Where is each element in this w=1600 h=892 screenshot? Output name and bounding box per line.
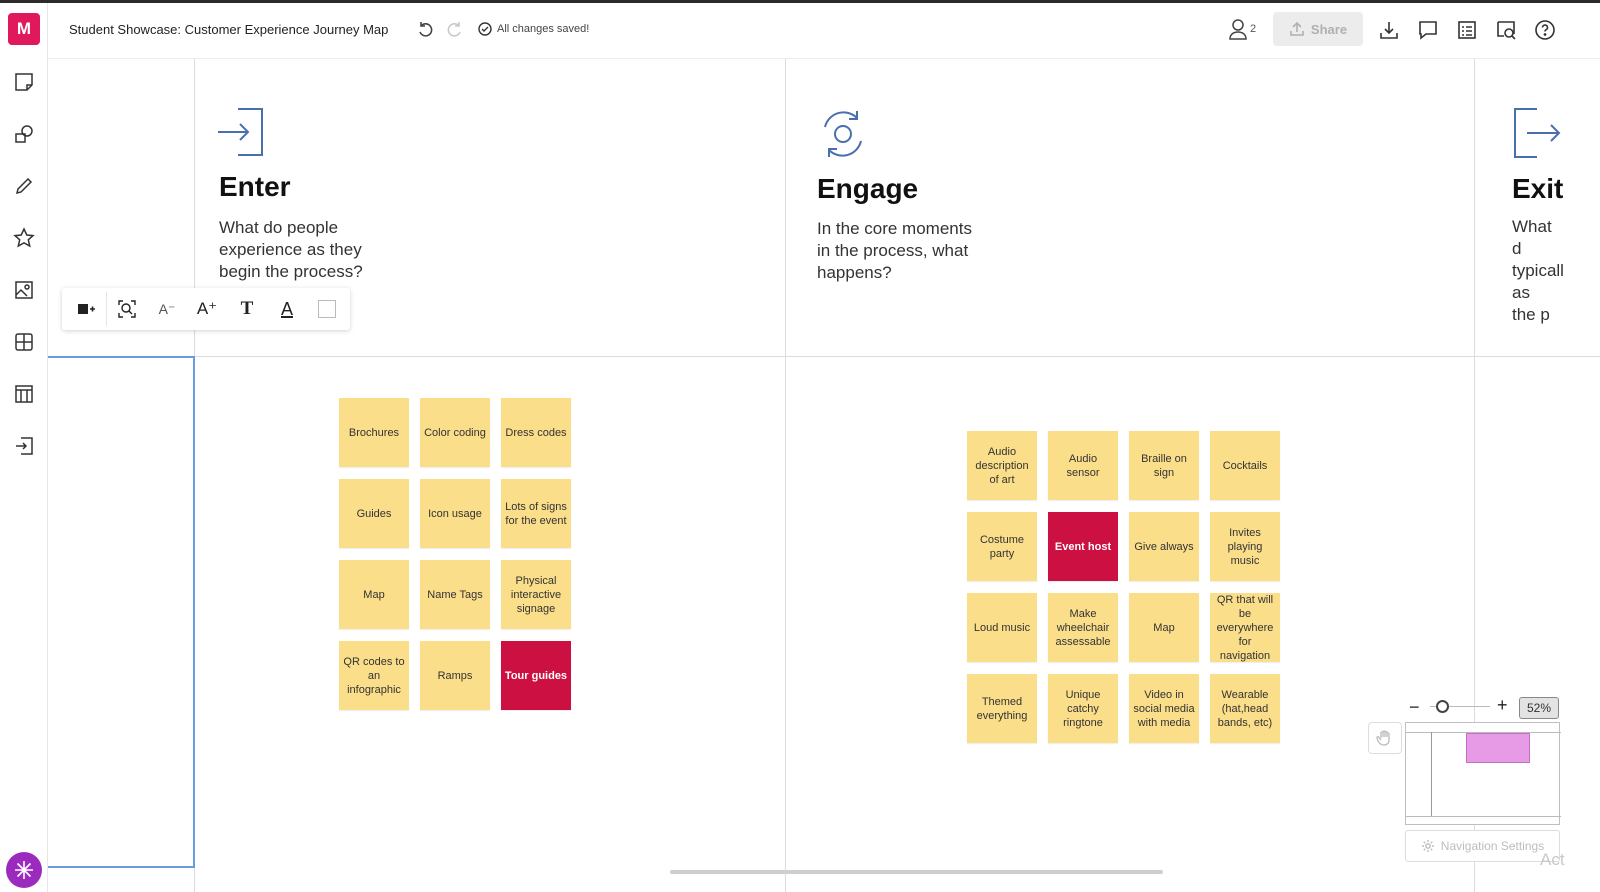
exit-column-clip: Exit What d typicall as the p xyxy=(1475,59,1600,356)
row-divider xyxy=(194,356,1600,357)
save-status: All changes saved! xyxy=(478,22,589,36)
search-board-icon[interactable] xyxy=(1494,18,1518,42)
sticky-note[interactable]: Video in social media with media xyxy=(1129,674,1199,743)
sticky-note[interactable]: Audio sensor xyxy=(1048,431,1118,500)
sticky-note[interactable]: Map xyxy=(1129,593,1199,662)
check-circle-icon xyxy=(478,22,492,36)
gear-icon xyxy=(1421,840,1434,852)
sticky-note[interactable]: Give always xyxy=(1129,512,1199,581)
stage-desc-exit: What d typicall as the p xyxy=(1512,217,1564,324)
table-icon[interactable] xyxy=(9,379,39,409)
navigation-settings-button[interactable]: Navigation Settings xyxy=(1405,830,1560,862)
sticky-note[interactable]: Invites playing music xyxy=(1210,512,1280,581)
sticky-note[interactable]: Guides xyxy=(339,479,409,548)
stage-title-engage: Engage xyxy=(817,173,919,204)
sticky-note[interactable]: Dress codes xyxy=(501,398,571,467)
share-button[interactable]: Share xyxy=(1273,12,1363,46)
sticky-note[interactable]: Unique catchy ringtone xyxy=(1048,674,1118,743)
user-icon xyxy=(1229,19,1247,40)
redo-icon[interactable] xyxy=(444,19,466,41)
board-title[interactable]: Student Showcase: Customer Experience Jo… xyxy=(69,22,388,37)
stage-title-enter: Enter xyxy=(219,171,291,202)
zoom-out-button[interactable]: − xyxy=(1409,697,1420,718)
minimap[interactable] xyxy=(1405,722,1561,825)
sticky-note[interactable]: QR codes to an infographic xyxy=(339,641,409,710)
download-icon[interactable] xyxy=(1377,18,1401,42)
collaborator-count: 2 xyxy=(1250,23,1257,35)
zoom-slider-handle[interactable] xyxy=(1436,700,1449,713)
sticky-note[interactable]: Ramps xyxy=(420,641,490,710)
undo-icon[interactable] xyxy=(416,19,438,41)
help-icon[interactable] xyxy=(1533,18,1557,42)
minimap-line xyxy=(1431,732,1432,816)
minimap-line xyxy=(1406,816,1561,817)
column-divider xyxy=(785,59,786,892)
image-icon[interactable] xyxy=(9,275,39,305)
exit-icon[interactable] xyxy=(9,431,39,461)
zoom-in-button[interactable]: + xyxy=(1497,695,1508,716)
navigation-settings-label: Navigation Settings xyxy=(1440,839,1545,853)
share-label: Share xyxy=(1310,21,1348,37)
app-logo[interactable]: M xyxy=(8,13,40,45)
sticky-note[interactable]: QR that will be everywhere for navigatio… xyxy=(1210,593,1280,662)
sticky-note[interactable]: Tour guides xyxy=(501,641,571,710)
sticky-note[interactable]: Costume party xyxy=(967,512,1037,581)
increase-font-button[interactable]: A⁺ xyxy=(187,292,227,326)
top-header: Student Showcase: Customer Experience Jo… xyxy=(48,3,1600,59)
board-canvas[interactable]: Enter What do people experience as they … xyxy=(48,59,1600,892)
collaborators[interactable]: 2 xyxy=(1228,18,1256,40)
stage-title-exit: Exit xyxy=(1512,173,1564,204)
zoom-to-fit-icon[interactable] xyxy=(107,292,147,326)
enter-icon xyxy=(216,107,264,162)
minimap-viewport[interactable] xyxy=(1466,733,1530,763)
sticky-note[interactable]: Icon usage xyxy=(420,479,490,548)
fill-color-button[interactable] xyxy=(307,292,347,326)
sticky-note-icon[interactable] xyxy=(9,67,39,97)
zoom-level[interactable]: 52% xyxy=(1519,697,1559,719)
sticky-note[interactable]: Audio description of art xyxy=(967,431,1037,500)
activation-watermark: Act xyxy=(1540,850,1565,869)
star-icon[interactable] xyxy=(9,223,39,253)
sticky-note[interactable]: Map xyxy=(339,560,409,629)
upload-icon xyxy=(1290,21,1304,36)
pen-icon[interactable] xyxy=(9,171,39,201)
decrease-font-button[interactable]: A⁻ xyxy=(147,292,187,326)
grid-icon[interactable] xyxy=(9,327,39,357)
save-status-text: All changes saved! xyxy=(497,23,590,35)
sticky-note[interactable]: Lots of signs for the event xyxy=(501,479,571,548)
comment-icon[interactable] xyxy=(1416,18,1440,42)
sticky-note[interactable]: Brochures xyxy=(339,398,409,467)
stage-desc-enter: What do people experience as they begin … xyxy=(219,218,363,281)
exit-stage-icon xyxy=(1511,107,1563,164)
sticky-note[interactable]: Cocktails xyxy=(1210,431,1280,500)
text-color-button[interactable]: A xyxy=(267,292,307,326)
sticky-note[interactable]: Color coding xyxy=(420,398,490,467)
sticky-note[interactable]: Make wheelchair assessable xyxy=(1048,593,1118,662)
sticky-note[interactable]: Name Tags xyxy=(420,560,490,629)
apps-avatar-icon[interactable] xyxy=(6,852,42,888)
sticky-note[interactable]: Wearable (hat,head bands, etc) xyxy=(1210,674,1280,743)
font-family-button[interactable]: T xyxy=(227,292,267,326)
sticky-note[interactable]: Physical interactive signage xyxy=(501,560,571,629)
sticky-note[interactable]: Event host xyxy=(1048,512,1118,581)
sticky-note[interactable]: Themed everything xyxy=(967,674,1037,743)
left-toolbar: M xyxy=(0,3,48,892)
shapes-icon[interactable] xyxy=(9,119,39,149)
text-format-toolbar: A⁻ A⁺ T A xyxy=(62,288,350,330)
list-icon[interactable] xyxy=(1455,18,1479,42)
engage-icon xyxy=(816,107,870,166)
sticky-note[interactable]: Braille on sign xyxy=(1129,431,1199,500)
hand-tool-icon[interactable] xyxy=(1368,722,1402,754)
sticky-note[interactable]: Loud music xyxy=(967,593,1037,662)
add-sticky-icon[interactable] xyxy=(66,292,106,326)
horizontal-scrollbar[interactable] xyxy=(670,870,1163,874)
stage-desc-engage: In the core moments in the process, what… xyxy=(817,219,972,282)
selected-frame[interactable] xyxy=(48,356,195,868)
